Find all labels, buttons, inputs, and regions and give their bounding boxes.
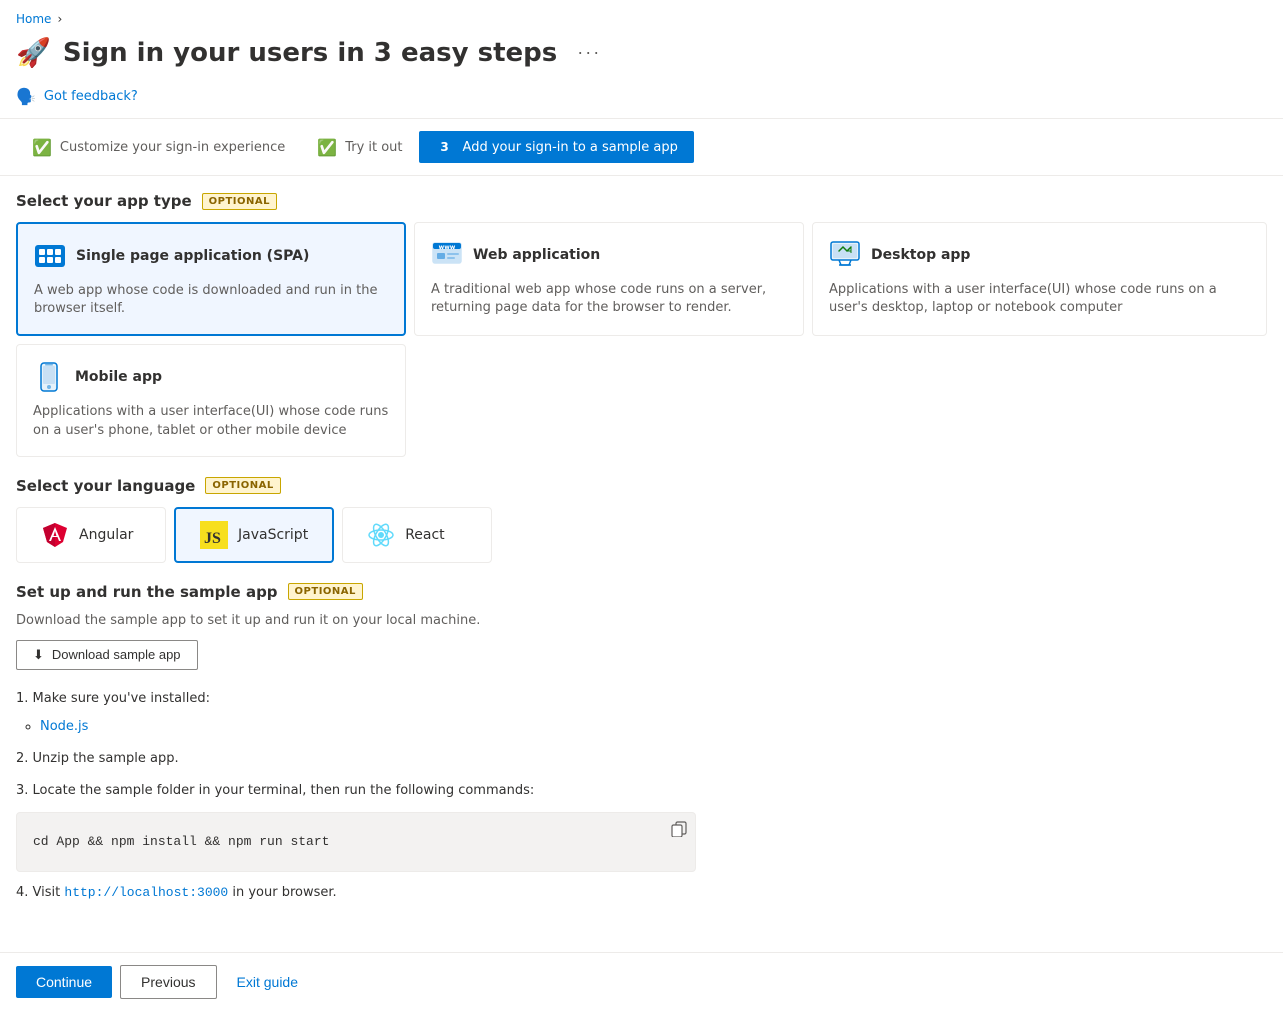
app-type-section-title: Select your app type OPTIONAL — [16, 192, 1267, 210]
app-card-spa[interactable]: Single page application (SPA) A web app … — [16, 222, 406, 336]
app-card-desktop[interactable]: Desktop app Applications with a user int… — [812, 222, 1267, 336]
desktop-icon — [829, 239, 861, 271]
nodejs-link-item: Node.js — [40, 714, 1267, 740]
angular-icon — [41, 521, 69, 549]
lang-card-javascript[interactable]: JS JavaScript — [174, 507, 334, 563]
lang-card-angular[interactable]: Angular — [16, 507, 166, 563]
app-card-mobile[interactable]: Mobile app Applications with a user inte… — [16, 344, 406, 456]
exit-guide-button[interactable]: Exit guide — [225, 966, 310, 998]
setup-section: Set up and run the sample app OPTIONAL D… — [16, 583, 1267, 906]
spa-card-name: Single page application (SPA) — [76, 248, 309, 264]
step-2[interactable]: ✅ Try it out — [301, 132, 418, 163]
spa-icon — [34, 240, 66, 272]
javascript-icon: JS — [200, 521, 228, 549]
language-optional-badge: OPTIONAL — [205, 477, 280, 494]
app-card-mobile-header: Mobile app — [33, 361, 389, 393]
svg-text:www: www — [439, 244, 456, 251]
feedback-icon: 🗣️ — [16, 87, 36, 106]
language-title: Select your language — [16, 477, 195, 495]
instruction-1: 1. Make sure you've installed: Node.js — [16, 686, 1267, 740]
app-type-title: Select your app type — [16, 192, 192, 210]
step-2-label: Try it out — [345, 140, 402, 155]
setup-optional-badge: OPTIONAL — [288, 583, 363, 600]
app-type-row2: Mobile app Applications with a user inte… — [16, 344, 1267, 456]
instruction-3: 3. Locate the sample folder in your term… — [16, 778, 1267, 872]
rocket-icon: 🚀 — [16, 36, 51, 69]
app-type-optional-badge: OPTIONAL — [202, 193, 277, 210]
step-3-label: Add your sign-in to a sample app — [463, 140, 678, 155]
web-icon: www — [431, 239, 463, 271]
desktop-card-desc: Applications with a user interface(UI) w… — [829, 281, 1250, 317]
download-sample-app-button[interactable]: ⬇ Download sample app — [16, 640, 198, 670]
setup-description: Download the sample app to set it up and… — [16, 613, 1267, 628]
feedback-link[interactable]: Got feedback? — [44, 89, 138, 104]
web-card-desc: A traditional web app whose code runs on… — [431, 281, 787, 317]
step-1[interactable]: ✅ Customize your sign-in experience — [16, 132, 301, 163]
react-icon — [367, 521, 395, 549]
app-card-web-header: www Web application — [431, 239, 787, 271]
breadcrumb-separator: › — [57, 12, 62, 26]
instructions: 1. Make sure you've installed: Node.js 2… — [16, 686, 1267, 906]
svg-text:JS: JS — [204, 530, 221, 547]
angular-label: Angular — [79, 527, 133, 543]
language-section-title: Select your language OPTIONAL — [16, 477, 1267, 495]
app-card-web[interactable]: www Web application A traditional web ap… — [414, 222, 804, 336]
lang-card-react[interactable]: React — [342, 507, 492, 563]
page-header: 🚀 Sign in your users in 3 easy steps ··· — [0, 32, 1283, 81]
instruction-4: 4. Visit http://localhost:3000 in your b… — [16, 880, 1267, 906]
app-type-grid: Single page application (SPA) A web app … — [16, 222, 1267, 336]
command-text: cd App && npm install && npm run start — [33, 834, 329, 849]
main-content: Select your app type OPTIONAL Single pag… — [0, 176, 1283, 1002]
step-3-number: 3 — [435, 137, 455, 157]
mobile-card-name: Mobile app — [75, 369, 162, 385]
mobile-card-desc: Applications with a user interface(UI) w… — [33, 403, 389, 439]
continue-button[interactable]: Continue — [16, 966, 112, 998]
step-1-label: Customize your sign-in experience — [60, 140, 285, 155]
instruction-1-text: Make sure you've installed: — [33, 691, 210, 706]
spa-card-desc: A web app whose code is downloaded and r… — [34, 282, 388, 318]
desktop-card-name: Desktop app — [871, 247, 970, 263]
app-card-spa-header: Single page application (SPA) — [34, 240, 388, 272]
step-3[interactable]: 3 Add your sign-in to a sample app — [419, 131, 694, 163]
copy-code-button[interactable] — [671, 821, 687, 842]
localhost-link[interactable]: http://localhost:3000 — [64, 885, 228, 900]
setup-title: Set up and run the sample app — [16, 583, 278, 601]
download-icon: ⬇ — [33, 647, 44, 663]
language-grid: Angular JS JavaScript React — [16, 507, 1267, 563]
setup-section-title: Set up and run the sample app OPTIONAL — [16, 583, 1267, 601]
step-1-check-icon: ✅ — [32, 138, 52, 157]
web-card-name: Web application — [473, 247, 600, 263]
breadcrumb: Home › — [0, 0, 1283, 32]
steps-bar: ✅ Customize your sign-in experience ✅ Tr… — [0, 119, 1283, 176]
previous-button[interactable]: Previous — [120, 965, 216, 999]
nodejs-link[interactable]: Node.js — [40, 719, 88, 734]
page-title: Sign in your users in 3 easy steps — [63, 38, 557, 68]
breadcrumb-home[interactable]: Home — [16, 12, 51, 26]
react-label: React — [405, 527, 444, 543]
code-block: cd App && npm install && npm run start — [16, 812, 696, 872]
feedback-bar: 🗣️ Got feedback? — [0, 81, 1283, 119]
javascript-label: JavaScript — [238, 527, 308, 543]
download-label: Download sample app — [52, 647, 181, 662]
more-options-button[interactable]: ··· — [569, 38, 609, 67]
app-card-desktop-header: Desktop app — [829, 239, 1250, 271]
step-2-check-icon: ✅ — [317, 138, 337, 157]
instruction-2: 2. Unzip the sample app. — [16, 746, 1267, 772]
mobile-icon — [33, 361, 65, 393]
footer-bar: Continue Previous Exit guide — [0, 952, 1283, 1011]
